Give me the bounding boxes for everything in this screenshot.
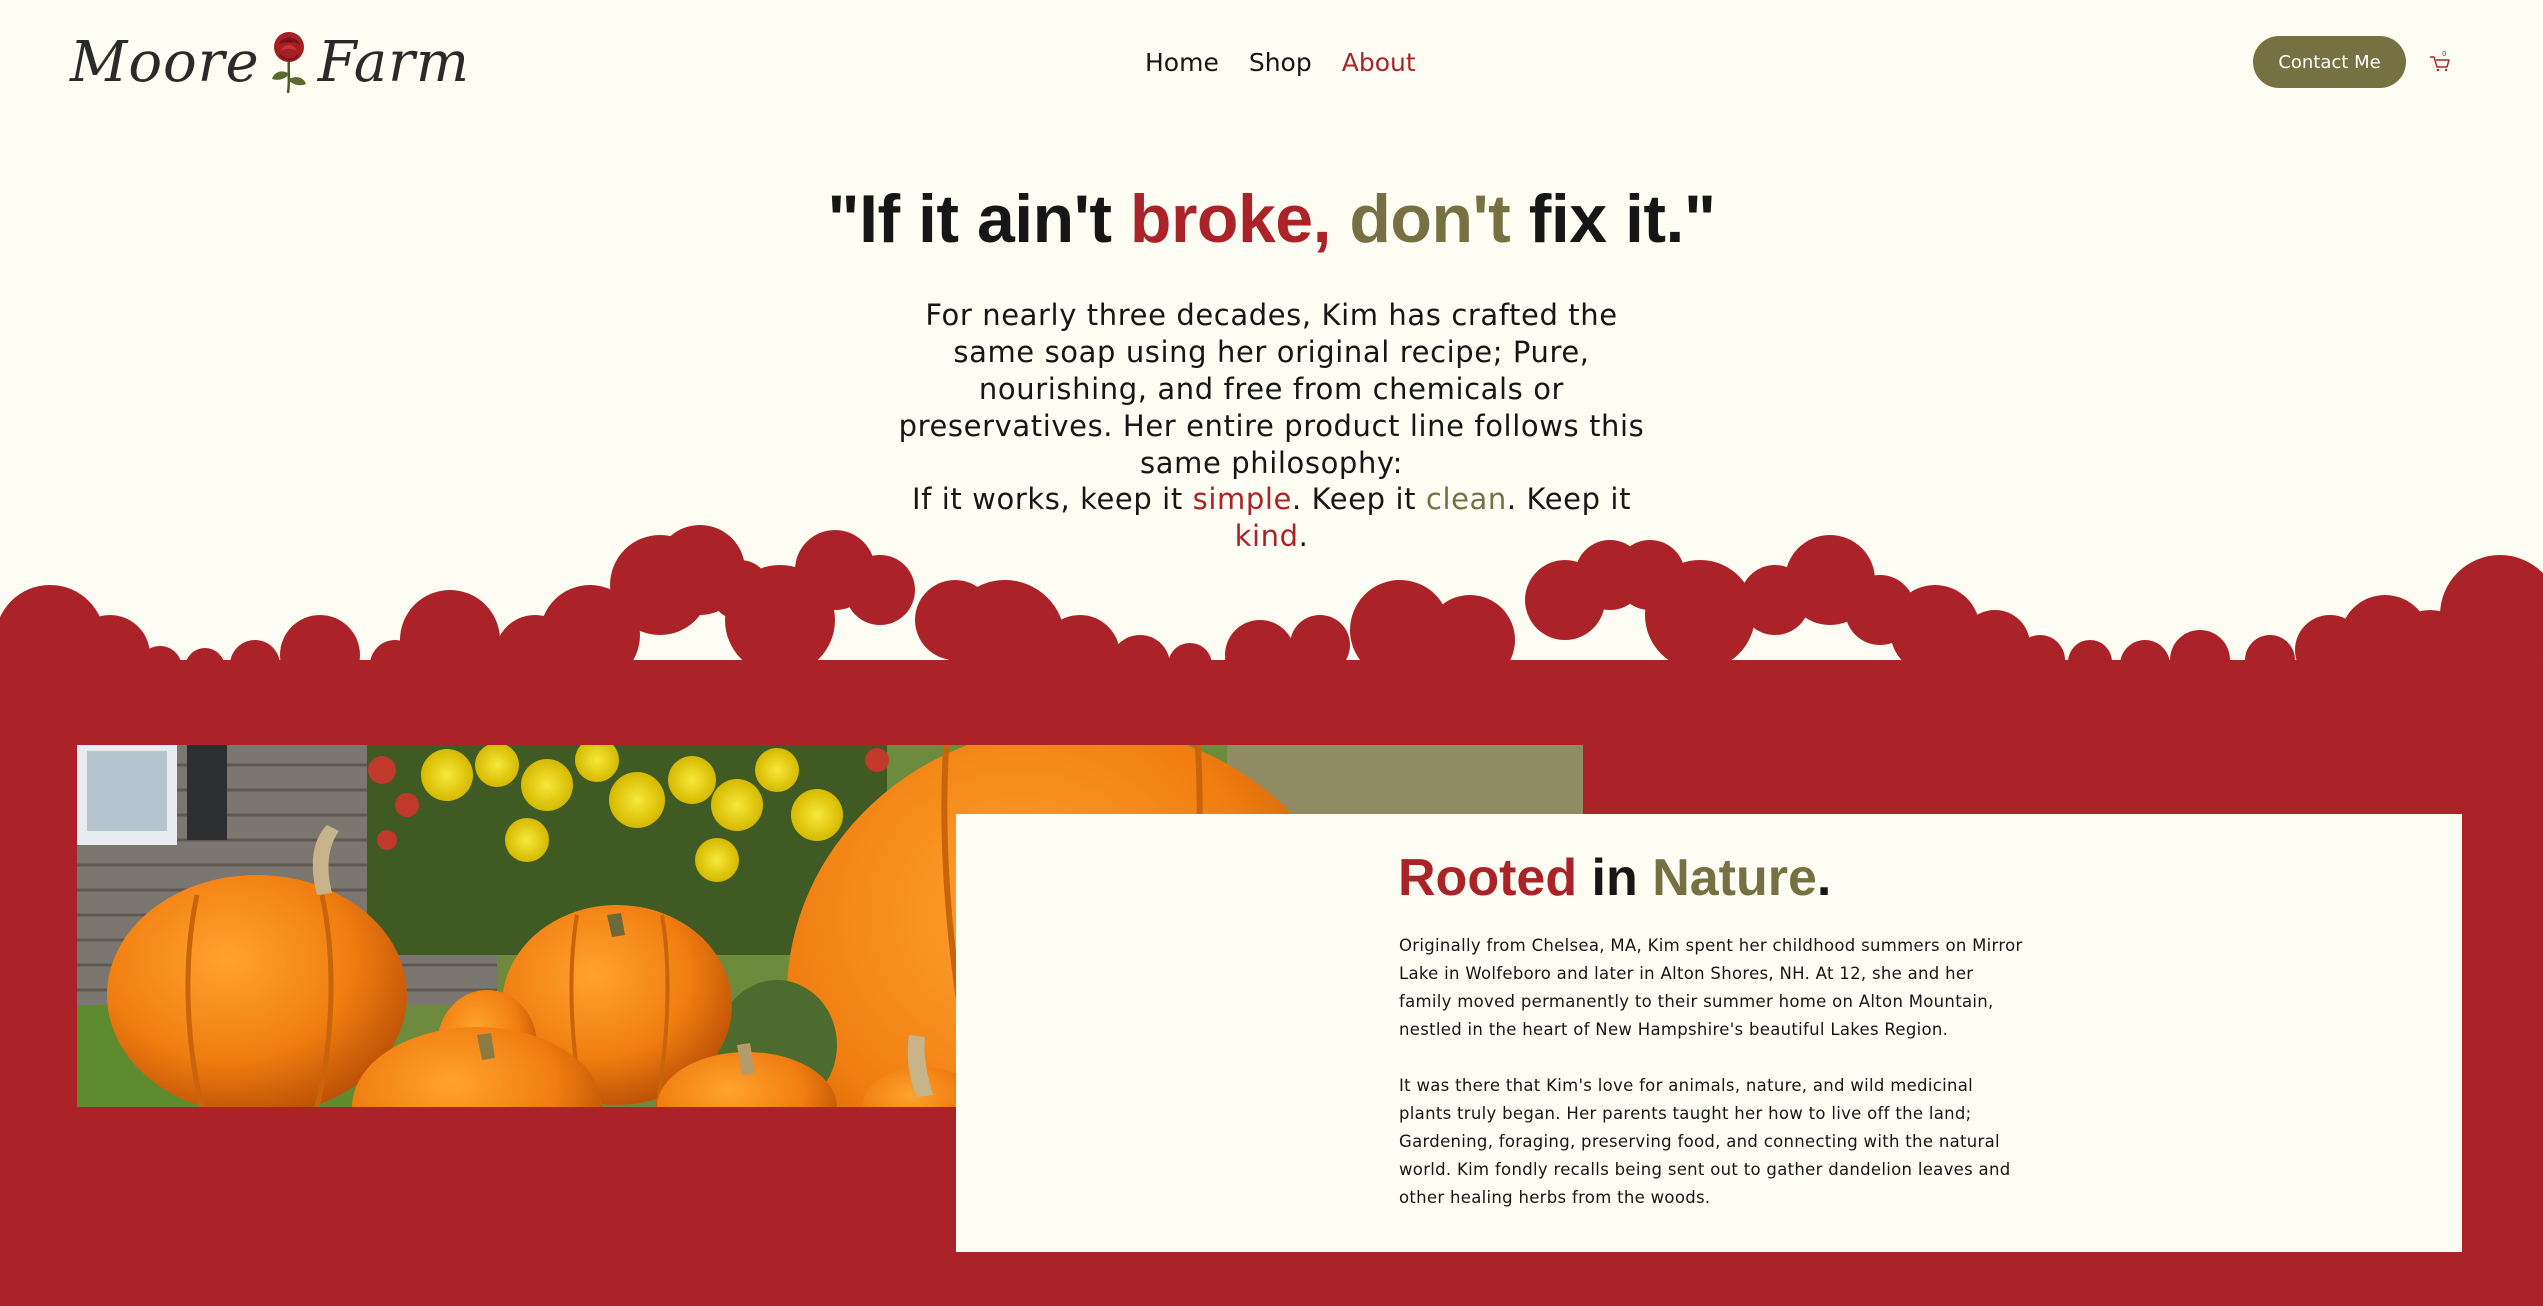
- quote-open: "If it ain't: [827, 181, 1130, 257]
- contact-me-button[interactable]: Contact Me: [2253, 36, 2406, 88]
- hero-intro: For nearly three decades, Kim has crafte…: [898, 298, 1645, 480]
- motto-text-2: . Keep it: [1291, 482, 1426, 516]
- quote-close: fix it.": [1510, 181, 1716, 257]
- rose-icon: [271, 32, 306, 94]
- motto-text-1: If it works, keep it: [911, 482, 1193, 516]
- motto-kind: kind: [1234, 519, 1299, 553]
- cart-count: 0: [2442, 50, 2446, 58]
- title-rooted: Rooted: [1398, 849, 1578, 907]
- main-nav: Home Shop About: [1145, 48, 1416, 77]
- title-period: .: [1816, 849, 1832, 907]
- site-logo[interactable]: Moore Farm: [70, 22, 470, 102]
- title-nature: Nature: [1652, 849, 1817, 907]
- logo-text-moore: Moore: [70, 29, 260, 95]
- title-in: in: [1577, 849, 1653, 907]
- cart-icon[interactable]: 0: [2428, 50, 2452, 74]
- quote-broke: broke,: [1129, 181, 1332, 257]
- nav-home[interactable]: Home: [1145, 48, 1219, 77]
- motto-clean: clean: [1425, 482, 1507, 516]
- motto-text-3: . Keep it: [1506, 482, 1632, 516]
- hero-quote: "If it ain't broke, don't fix it.": [0, 180, 2543, 258]
- logo-text-farm: Farm: [317, 29, 470, 95]
- about-body: Originally from Chelsea, MA, Kim spent h…: [1399, 932, 2029, 1212]
- hero-motto: If it works, keep it simple. Keep it cle…: [880, 481, 1663, 555]
- quote-dont: don't: [1349, 181, 1511, 257]
- about-paragraph-2: It was there that Kim's love for animals…: [1399, 1076, 2011, 1207]
- nav-about[interactable]: About: [1342, 48, 1416, 77]
- about-paragraph-1: Originally from Chelsea, MA, Kim spent h…: [1399, 936, 2023, 1039]
- about-title: Rooted in Nature.: [1398, 848, 1831, 908]
- motto-simple: simple: [1192, 482, 1292, 516]
- nav-shop[interactable]: Shop: [1249, 48, 1312, 77]
- site-header: Moore Farm Home Shop About Contact Me 0: [0, 0, 2543, 130]
- motto-text-4: .: [1298, 519, 1309, 553]
